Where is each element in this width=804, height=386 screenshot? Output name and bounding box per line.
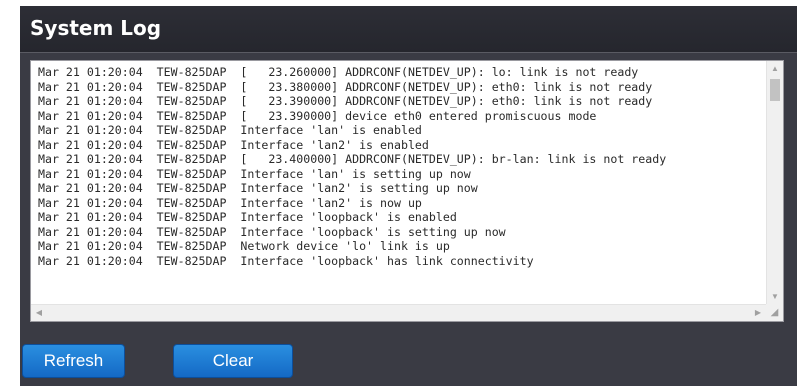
log-line: Mar 21 01:20:04 TEW-825DAP Network devic… xyxy=(38,239,450,253)
log-line: Mar 21 01:20:04 TEW-825DAP [ 23.400000] … xyxy=(38,152,667,166)
log-content[interactable]: Mar 21 01:20:04 TEW-825DAP [ 23.260000] … xyxy=(38,65,758,305)
log-line: Mar 21 01:20:04 TEW-825DAP Interface 'lo… xyxy=(38,253,534,268)
panel-header: System Log xyxy=(20,6,797,53)
log-line: Mar 21 01:20:04 TEW-825DAP Interface 'lo… xyxy=(38,210,457,224)
scroll-right-icon[interactable]: ▶ xyxy=(750,305,766,321)
log-line: Mar 21 01:20:04 TEW-825DAP Interface 'la… xyxy=(38,181,478,195)
panel-title: System Log xyxy=(30,16,162,40)
resize-grip-icon[interactable]: ◢ xyxy=(766,304,783,321)
scroll-up-icon[interactable]: ▲ xyxy=(767,61,783,77)
refresh-button[interactable]: Refresh xyxy=(22,344,125,378)
log-line: Mar 21 01:20:04 TEW-825DAP Interface 'lo… xyxy=(38,224,506,239)
refresh-button-label: Refresh xyxy=(43,351,104,370)
horizontal-scrollbar[interactable]: ◀ ▶ xyxy=(31,304,766,321)
vertical-scroll-thumb[interactable] xyxy=(770,79,780,101)
clear-button-label: Clear xyxy=(212,351,254,370)
log-line: Mar 21 01:20:04 TEW-825DAP [ 23.380000] … xyxy=(38,79,653,94)
log-line: Mar 21 01:20:04 TEW-825DAP Interface 'la… xyxy=(38,195,422,210)
log-line: Mar 21 01:20:04 TEW-825DAP [ 23.260000] … xyxy=(38,65,639,79)
system-log-panel: System Log Mar 21 01:20:04 TEW-825DAP [ … xyxy=(20,6,797,386)
log-line: Mar 21 01:20:04 TEW-825DAP Interface 'la… xyxy=(38,123,422,137)
clear-button[interactable]: Clear xyxy=(173,344,293,378)
system-log-textarea[interactable]: Mar 21 01:20:04 TEW-825DAP [ 23.260000] … xyxy=(30,60,784,322)
log-line: Mar 21 01:20:04 TEW-825DAP [ 23.390000] … xyxy=(38,94,653,108)
log-line: Mar 21 01:20:04 TEW-825DAP Interface 'la… xyxy=(38,166,471,181)
scroll-down-icon[interactable]: ▼ xyxy=(767,289,783,305)
scroll-left-icon[interactable]: ◀ xyxy=(31,305,47,321)
vertical-scrollbar[interactable]: ▲ ▼ xyxy=(766,61,783,305)
log-line: Mar 21 01:20:04 TEW-825DAP Interface 'la… xyxy=(38,137,429,152)
log-line: Mar 21 01:20:04 TEW-825DAP [ 23.390000] … xyxy=(38,108,597,123)
